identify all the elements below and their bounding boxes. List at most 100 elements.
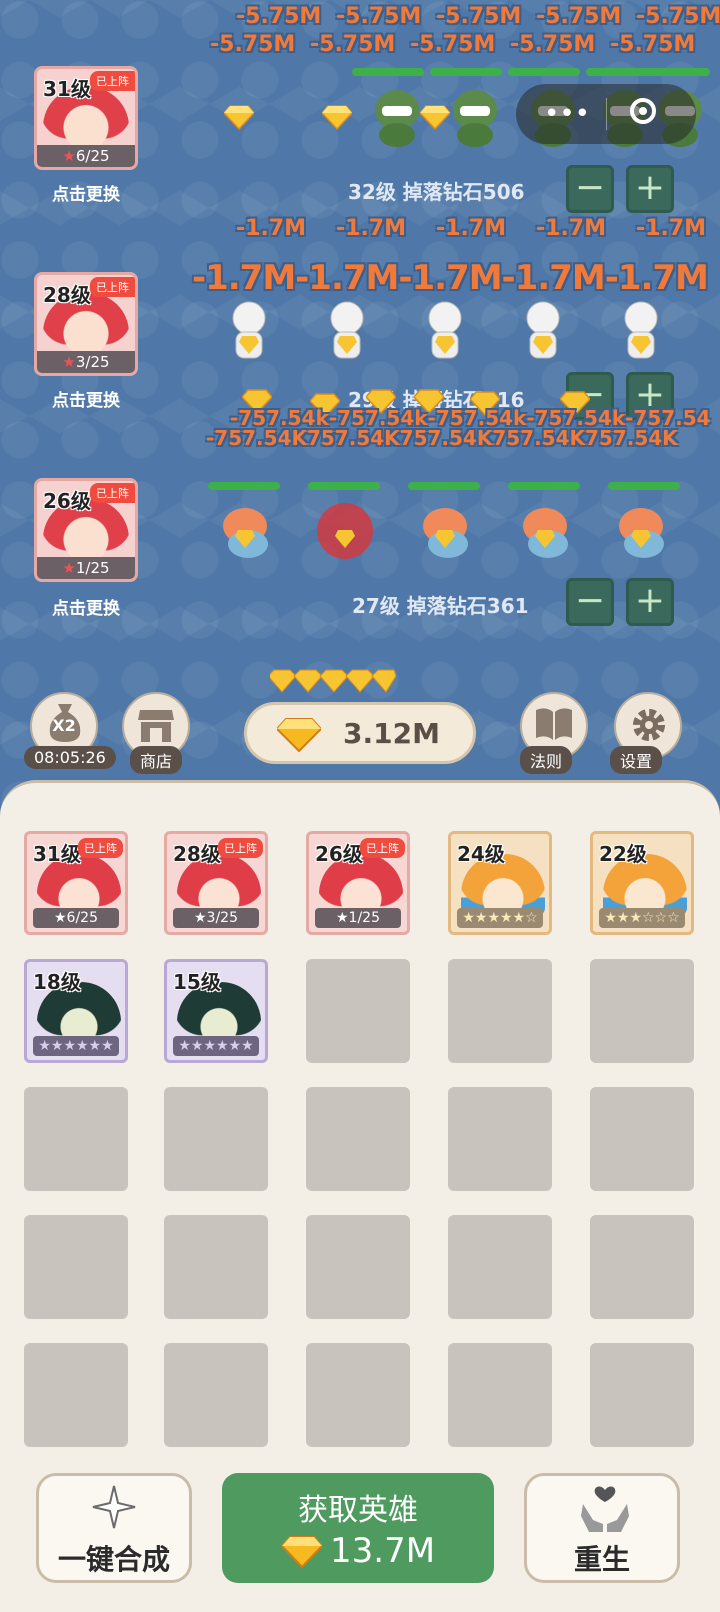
damage-number: -5.75M [510,32,596,57]
level-down-button[interactable]: − [566,578,614,626]
lane-drop-info: 27级 掉落钻石361 [352,594,529,618]
damage-number: -757.54K757.54K757.54K757.54K757.54K [206,426,678,450]
hero-card[interactable]: 31级 已上阵 ★6/25 [24,831,128,935]
hero-stars: ★6/25 [37,145,135,167]
empty-slot[interactable] [164,1087,268,1191]
empty-slot[interactable] [590,959,694,1063]
recruit-cost: 13.7M [330,1531,436,1571]
hero-level: 15级 [173,970,221,994]
empty-slot[interactable] [24,1343,128,1447]
swap-hero-link[interactable]: 点击更换 [31,386,141,411]
more-icon[interactable]: ••• [544,101,590,127]
lane-hero-card[interactable]: 31级 已上阵 ★6/25 [34,66,138,170]
boost-timer: 08:05:26 [24,746,116,769]
hero-level: 24级 [457,842,505,866]
rebirth-button[interactable]: 重生 [524,1473,680,1583]
settings-label: 设置 [610,746,663,774]
deployed-badge: 已上阵 [90,277,135,297]
mummy-enemy-icon [330,301,364,359]
hero-card[interactable]: 15级 ★★★★★★ [164,959,268,1063]
empty-slot[interactable] [590,1087,694,1191]
empty-slot[interactable] [24,1087,128,1191]
battle-field: -5.75M -5.75M -5.75M -5.75M -5.75M -5.75… [0,0,720,815]
empty-slot[interactable] [164,1343,268,1447]
close-miniprogram-icon[interactable] [630,98,656,124]
shop-icon [138,710,174,742]
lane-drop-info: 32级 掉落钻石506 [348,180,525,204]
damage-number: -1.7M [336,216,406,241]
lane-hero-card[interactable]: 26级 已上阵 ★1/25 [34,478,138,582]
shrimp-enemy-icon [423,508,468,558]
recruit-hero-button[interactable]: 获取英雄 13.7M [222,1473,494,1583]
deployed-badge: 已上阵 [360,838,405,858]
hero-stars: ★3/25 [173,908,259,928]
sparkle-icon [92,1485,136,1529]
enemy-hp-bar [352,68,424,76]
level-up-button[interactable]: + [626,165,674,213]
hero-card[interactable]: 28级 已上阵 ★3/25 [164,831,268,935]
hero-stars: ★3/25 [37,351,135,373]
enemy-hp-bar [586,68,658,76]
diamond-icon [277,718,321,753]
rebirth-label: 重生 [573,1543,630,1576]
enemy-hp-bar [430,68,502,76]
damage-number: -5.75M [436,4,522,29]
damage-number: -5.75M [610,32,696,57]
shrimp-enemy-icon [619,508,664,558]
shrimp-enemy-icon [223,508,268,558]
empty-slot[interactable] [306,1343,410,1447]
hero-stars: ★★★★★☆ [457,908,543,928]
swap-hero-link[interactable]: 点击更换 [31,594,141,619]
empty-slot[interactable] [164,1215,268,1319]
hero-stars: ★6/25 [33,908,119,928]
level-down-button[interactable]: − [566,165,614,213]
empty-slot[interactable] [448,1215,552,1319]
diamond-icon [322,105,352,130]
shrimp-enemy-icon [523,508,568,558]
empty-slot[interactable] [448,959,552,1063]
empty-slot[interactable] [24,1215,128,1319]
damage-number: -5.75M [310,32,396,57]
lane-hero-card[interactable]: 28级 已上阵 ★3/25 [34,272,138,376]
diamond-icon [282,1536,322,1569]
hero-card[interactable]: 26级 已上阵 ★1/25 [306,831,410,935]
empty-slot[interactable] [448,1087,552,1191]
rules-label: 法则 [520,746,573,774]
damage-number: -5.75M [636,4,720,29]
gem-balance: 3.12M [244,702,476,764]
boost-label: X2 [52,716,76,735]
goblin-enemy-icon [375,90,419,147]
empty-slot[interactable] [306,1215,410,1319]
auto-merge-button[interactable]: 一键合成 [36,1473,192,1583]
hero-stars: ★★★★★★ [33,1036,119,1056]
diamond-icon [224,105,254,130]
empty-slot[interactable] [448,1343,552,1447]
level-up-button[interactable]: + [626,578,674,626]
miniprogram-capsule: ••• [516,84,696,144]
empty-slot[interactable] [590,1343,694,1447]
shop-label: 商店 [130,746,183,774]
damage-number: -1.7M [436,216,506,241]
swap-hero-link[interactable]: 点击更换 [31,180,141,205]
enemy-hp-bar [650,68,710,76]
damage-number: -5.75M [210,32,296,57]
enemy-hp-bar [508,482,580,490]
hero-level: 31级 [43,77,91,101]
empty-slot[interactable] [306,959,410,1063]
mummy-enemy-icon [526,301,560,359]
hero-inventory-panel: 31级 已上阵 ★6/25 28级 已上阵 ★3/25 26级 已上阵 ★1/2… [0,780,720,1612]
hero-level: 26级 [315,842,363,866]
empty-slot[interactable] [306,1087,410,1191]
hero-card[interactable]: 22级 ★★★☆☆☆ [590,831,694,935]
damage-number: -1.7M [536,216,606,241]
hero-stars: ★1/25 [37,557,135,579]
empty-slot[interactable] [590,1215,694,1319]
hero-card[interactable]: 24级 ★★★★★☆ [448,831,552,935]
capsule-divider [606,98,607,130]
enemy-hp-bar [408,482,480,490]
hero-card[interactable]: 18级 ★★★★★★ [24,959,128,1063]
gear-icon [633,709,665,741]
book-icon [536,708,572,740]
damage-number: -1.7M [636,216,706,241]
mummy-enemy-icon [232,301,266,359]
